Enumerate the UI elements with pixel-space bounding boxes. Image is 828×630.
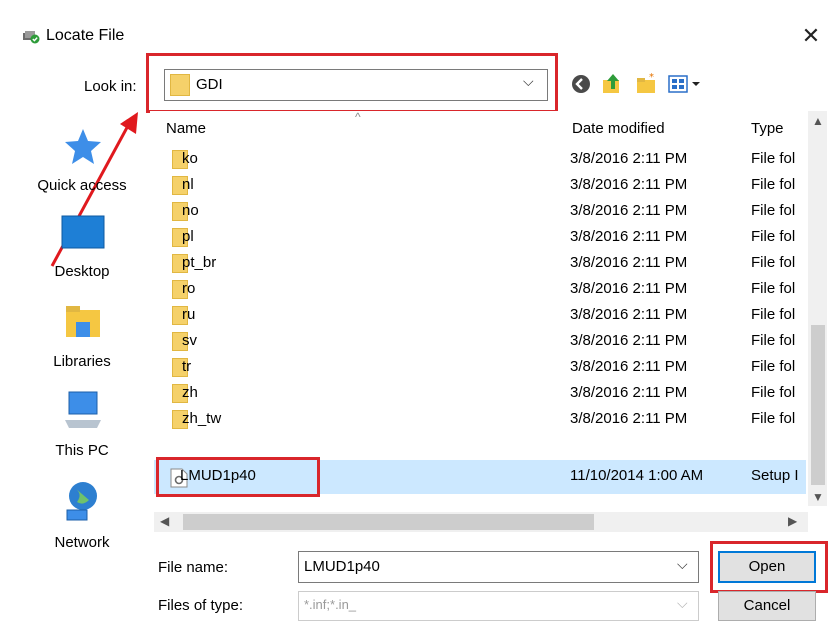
file-name: ro xyxy=(182,280,196,297)
file-row[interactable]: tr 3/8/2016 2:11 PM File fol xyxy=(154,354,806,380)
scroll-down-icon[interactable]: ▼ xyxy=(812,490,824,504)
file-date: 3/8/2016 2:11 PM xyxy=(570,228,688,245)
file-date: 3/8/2016 2:11 PM xyxy=(570,150,688,167)
vertical-scroll-thumb[interactable] xyxy=(811,325,825,485)
view-menu-icon[interactable] xyxy=(667,72,707,96)
file-name: tr xyxy=(182,358,192,375)
place-label: Desktop xyxy=(54,263,110,280)
file-type: File fol xyxy=(751,410,796,427)
file-date: 3/8/2016 2:11 PM xyxy=(570,306,688,323)
scroll-left-icon[interactable]: ◀ xyxy=(160,514,169,528)
sort-indicator-icon: ^ xyxy=(355,110,361,124)
file-date: 3/8/2016 2:11 PM xyxy=(570,254,688,271)
new-folder-icon[interactable]: * xyxy=(635,72,659,96)
file-row[interactable]: zh 3/8/2016 2:11 PM File fol xyxy=(154,380,806,406)
file-row[interactable]: nl 3/8/2016 2:11 PM File fol xyxy=(154,172,806,198)
file-date: 11/10/2014 1:00 AM xyxy=(570,467,704,484)
svg-text:*: * xyxy=(649,72,654,83)
place-this-pc[interactable]: This PC xyxy=(17,388,147,463)
column-header-name[interactable]: Name xyxy=(166,120,206,137)
file-type: File fol xyxy=(751,358,796,375)
file-row[interactable]: no 3/8/2016 2:11 PM File fol xyxy=(154,198,806,224)
file-row[interactable]: pl 3/8/2016 2:11 PM File fol xyxy=(154,224,806,250)
file-type: File fol xyxy=(751,228,796,245)
file-date: 3/8/2016 2:11 PM xyxy=(570,384,688,401)
annotation-box-open xyxy=(710,541,828,593)
place-label: Quick access xyxy=(37,177,127,194)
up-folder-icon[interactable] xyxy=(601,72,625,96)
file-type: File fol xyxy=(751,332,796,349)
scroll-up-icon[interactable]: ▲ xyxy=(812,114,824,128)
file-name-label: File name: xyxy=(158,559,229,576)
file-date: 3/8/2016 2:11 PM xyxy=(570,332,688,349)
files-of-type-label: Files of type: xyxy=(158,597,244,614)
file-name-value: LMUD1p40 xyxy=(304,558,380,575)
place-desktop[interactable]: Desktop xyxy=(17,213,147,288)
file-type: File fol xyxy=(751,150,796,167)
file-name: ko xyxy=(182,150,198,167)
scroll-right-icon[interactable]: ▶ xyxy=(788,514,797,528)
column-header-date[interactable]: Date modified xyxy=(572,120,665,137)
window-title: Locate File xyxy=(46,27,125,44)
place-label: Libraries xyxy=(53,353,111,370)
chevron-down-icon: ⌵ xyxy=(677,595,688,611)
horizontal-scroll-thumb[interactable] xyxy=(183,514,594,530)
file-type: File fol xyxy=(751,254,796,271)
place-network[interactable]: Network xyxy=(17,478,147,553)
file-date: 3/8/2016 2:11 PM xyxy=(570,358,688,375)
file-row[interactable]: ko 3/8/2016 2:11 PM File fol xyxy=(154,146,806,172)
file-type: File fol xyxy=(751,280,796,297)
desktop-icon xyxy=(61,215,105,249)
file-name: ru xyxy=(182,306,196,323)
annotation-box-selected-file xyxy=(156,457,320,497)
file-date: 3/8/2016 2:11 PM xyxy=(570,410,688,427)
file-row[interactable]: ro 3/8/2016 2:11 PM File fol xyxy=(154,276,806,302)
chevron-down-icon[interactable]: ⌵ xyxy=(677,556,688,573)
file-date: 3/8/2016 2:11 PM xyxy=(570,176,688,193)
place-quick-access[interactable]: Quick access xyxy=(17,125,147,205)
file-name: sv xyxy=(182,332,197,349)
file-row[interactable]: sv 3/8/2016 2:11 PM File fol xyxy=(154,328,806,354)
place-libraries[interactable]: Libraries xyxy=(17,300,147,375)
file-date: 3/8/2016 2:11 PM xyxy=(570,280,688,297)
file-row[interactable]: zh_tw 3/8/2016 2:11 PM File fol xyxy=(154,406,806,432)
look-in-label: Look in: xyxy=(84,78,137,95)
close-button[interactable]: ✕ xyxy=(796,22,826,50)
files-of-type-value: *.inf;*.in_ xyxy=(304,597,357,612)
file-name: pl xyxy=(182,228,194,245)
computer-icon xyxy=(65,391,101,428)
file-name: zh xyxy=(182,384,198,401)
annotation-box-look-in xyxy=(146,53,558,113)
place-label: Network xyxy=(54,534,110,551)
star-icon xyxy=(65,129,101,164)
file-date: 3/8/2016 2:11 PM xyxy=(570,202,688,219)
file-name: nl xyxy=(182,176,194,193)
file-type: File fol xyxy=(751,306,796,323)
file-type: Setup I xyxy=(751,467,799,484)
file-row[interactable]: ru 3/8/2016 2:11 PM File fol xyxy=(154,302,806,328)
file-name: zh_tw xyxy=(182,410,222,427)
app-icon xyxy=(23,31,40,44)
file-row[interactable]: pt_br 3/8/2016 2:11 PM File fol xyxy=(154,250,806,276)
file-name: no xyxy=(182,202,199,219)
column-header-type[interactable]: Type xyxy=(751,120,784,137)
file-name: pt_br xyxy=(182,254,217,271)
file-type: File fol xyxy=(751,202,796,219)
place-label: This PC xyxy=(55,442,109,459)
files-of-type-select[interactable] xyxy=(298,591,699,621)
file-type: File fol xyxy=(751,384,796,401)
libraries-icon xyxy=(66,306,100,337)
cancel-button[interactable]: Cancel xyxy=(718,591,816,621)
network-icon xyxy=(66,482,97,521)
file-type: File fol xyxy=(751,176,796,193)
back-icon[interactable] xyxy=(569,72,593,96)
